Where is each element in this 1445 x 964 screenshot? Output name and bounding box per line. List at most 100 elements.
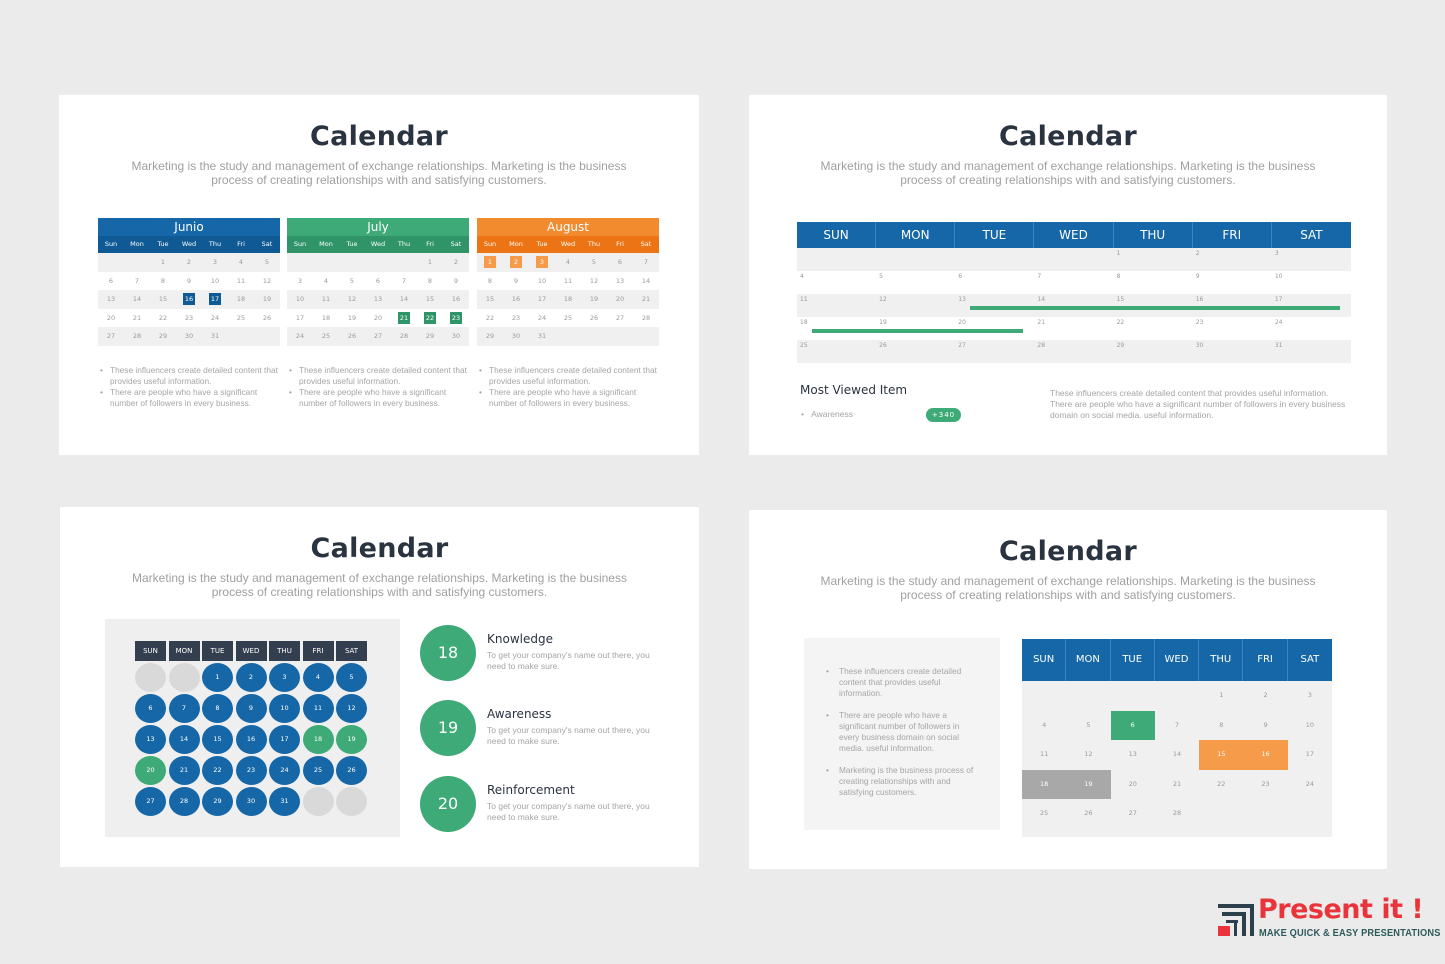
highlighted-day[interactable]: 21 [398, 311, 410, 324]
day-cell[interactable]: 25 [555, 309, 581, 328]
day-cell[interactable]: 20 [98, 309, 124, 328]
day-circle[interactable]: 24 [269, 756, 300, 785]
day-cell[interactable]: 11 [797, 294, 876, 317]
day-circle[interactable]: 10 [269, 694, 300, 723]
day-cell[interactable]: 19 [339, 309, 365, 328]
day-cell[interactable]: 18 [313, 309, 339, 328]
day-cell[interactable]: 9 [443, 272, 469, 291]
day-cell[interactable]: 11 [228, 272, 254, 291]
day-cell[interactable]: 4 [1022, 711, 1066, 741]
day-cell[interactable]: 25 [313, 327, 339, 346]
day-cell[interactable]: 3 [287, 272, 313, 291]
highlighted-day[interactable]: 22 [424, 311, 436, 324]
day-cell[interactable]: 26 [339, 327, 365, 346]
day-cell[interactable]: 31 [1272, 340, 1351, 363]
day-cell[interactable]: 31 [202, 327, 228, 346]
day-cell[interactable]: 30 [1193, 340, 1272, 363]
highlighted-day[interactable]: 2 [510, 256, 522, 268]
day-cell[interactable]: 27 [1111, 799, 1155, 829]
day-circle[interactable]: 4 [302, 663, 334, 692]
day-cell[interactable]: 5 [581, 253, 607, 272]
day-cell[interactable]: 20 [365, 309, 391, 328]
day-cell[interactable] [228, 327, 254, 346]
day-cell[interactable]: 15 [150, 290, 176, 309]
day-cell[interactable]: 19 [254, 290, 280, 309]
day-circle[interactable]: 18 [302, 725, 334, 754]
day-cell[interactable] [555, 327, 581, 346]
day-circle[interactable]: 3 [269, 663, 300, 692]
day-cell[interactable]: 21 [1155, 770, 1199, 800]
day-cell[interactable]: 9 [176, 272, 202, 291]
day-circle[interactable]: 6 [135, 694, 166, 723]
day-cell[interactable]: 22 [417, 309, 443, 328]
day-cell[interactable]: 1 [1199, 681, 1243, 711]
day-cell[interactable]: 1 [150, 253, 176, 272]
day-cell[interactable]: 17 [1288, 740, 1332, 770]
event-bar[interactable] [812, 329, 1024, 333]
day-cell[interactable]: 5 [254, 253, 280, 272]
day-cell[interactable]: 21 [124, 309, 150, 328]
day-cell[interactable]: 27 [607, 309, 633, 328]
day-cell[interactable]: 15 [417, 290, 443, 309]
day-cell[interactable]: 31 [529, 327, 555, 346]
day-cell[interactable]: 14 [391, 290, 417, 309]
day-cell[interactable] [287, 253, 313, 272]
day-cell[interactable]: 4 [797, 271, 876, 294]
day-cell[interactable]: 23 [1243, 770, 1287, 800]
day-cell[interactable]: 2 [1243, 681, 1287, 711]
day-cell[interactable]: 13 [365, 290, 391, 309]
day-cell[interactable] [1034, 248, 1113, 271]
day-cell[interactable]: 12 [581, 272, 607, 291]
day-cell[interactable]: 14 [124, 290, 150, 309]
highlighted-day[interactable]: 17 [209, 293, 221, 306]
day-cell[interactable]: 5 [876, 271, 955, 294]
day-cell[interactable]: 3 [1272, 248, 1351, 271]
highlighted-day[interactable]: 18 [1022, 769, 1067, 799]
event-bar[interactable] [970, 306, 1340, 310]
day-cell[interactable]: 8 [1199, 711, 1243, 741]
day-circle[interactable]: 12 [336, 694, 367, 723]
day-cell[interactable]: 11 [555, 272, 581, 291]
highlighted-day[interactable]: 6 [1110, 710, 1155, 740]
day-circle[interactable]: 30 [235, 787, 267, 816]
day-circle[interactable]: 29 [202, 787, 233, 816]
day-cell[interactable]: 1 [1114, 248, 1193, 271]
day-cell[interactable]: 26 [254, 309, 280, 328]
day-cell[interactable]: 28 [633, 309, 659, 328]
day-cell[interactable]: 28 [391, 327, 417, 346]
day-circle[interactable]: 31 [269, 787, 300, 816]
day-circle[interactable]: 19 [336, 725, 367, 754]
day-circle[interactable]: 11 [302, 694, 334, 723]
day-cell[interactable]: 25 [228, 309, 254, 328]
day-cell[interactable]: 16 [443, 290, 469, 309]
day-cell[interactable]: 3 [202, 253, 228, 272]
day-cell[interactable] [254, 327, 280, 346]
day-cell[interactable]: 10 [1288, 711, 1332, 741]
day-cell[interactable]: 30 [443, 327, 469, 346]
day-cell[interactable]: 24 [1288, 770, 1332, 800]
day-cell[interactable]: 25 [797, 340, 876, 363]
day-cell[interactable] [365, 253, 391, 272]
day-cell[interactable]: 17 [202, 290, 228, 309]
day-circle[interactable]: 7 [168, 694, 200, 723]
day-cell[interactable]: 4 [313, 272, 339, 291]
day-cell[interactable] [797, 248, 876, 271]
day-cell[interactable]: 13 [607, 272, 633, 291]
day-cell[interactable]: 22 [1199, 770, 1243, 800]
day-circle[interactable]: 25 [302, 756, 334, 785]
day-cell[interactable]: 20 [1111, 770, 1155, 800]
day-cell[interactable]: 18 [228, 290, 254, 309]
day-cell[interactable]: 22 [150, 309, 176, 328]
day-cell[interactable]: 7 [1155, 711, 1199, 741]
day-cell[interactable]: 24 [1272, 317, 1351, 340]
day-cell[interactable]: 9 [1193, 271, 1272, 294]
day-circle[interactable]: 8 [202, 694, 233, 723]
day-cell[interactable]: 6 [955, 271, 1034, 294]
day-cell[interactable]: 6 [365, 272, 391, 291]
day-cell[interactable]: 7 [633, 253, 659, 272]
day-cell[interactable]: 27 [955, 340, 1034, 363]
day-cell[interactable]: 21 [391, 309, 417, 328]
day-cell[interactable]: 5 [339, 272, 365, 291]
day-cell[interactable]: 1 [417, 253, 443, 272]
day-cell[interactable]: 23 [1193, 317, 1272, 340]
